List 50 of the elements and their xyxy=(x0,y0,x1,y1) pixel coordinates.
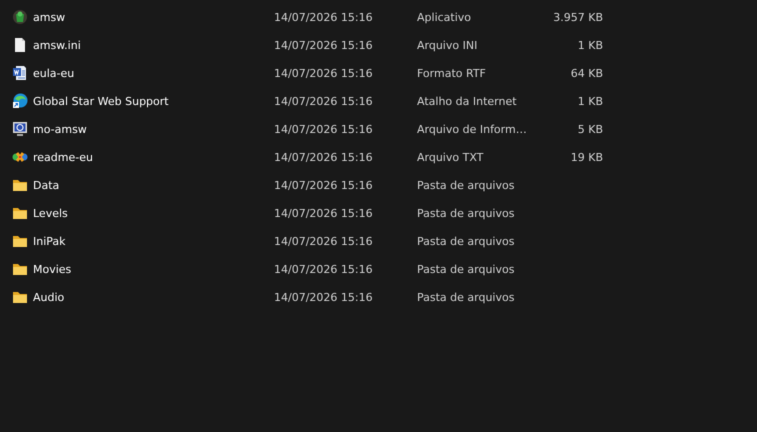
file-name[interactable]: readme-eu xyxy=(33,150,93,164)
file-name[interactable]: Data xyxy=(33,178,60,192)
modified-date: 14/07/2026 15:16 xyxy=(274,178,373,192)
file-name[interactable]: Global Star Web Support xyxy=(33,94,169,108)
folder-icon xyxy=(12,233,28,249)
file-size: 3.957 KB xyxy=(553,10,603,24)
file-type: Arquivo TXT xyxy=(417,150,484,164)
file-name[interactable]: IniPak xyxy=(33,234,66,248)
modified-date: 14/07/2026 15:16 xyxy=(274,262,373,276)
file-type: Pasta de arquivos xyxy=(417,262,514,276)
word-document-icon xyxy=(12,65,28,81)
modified-date: 14/07/2026 15:16 xyxy=(274,66,373,80)
file-name[interactable]: Audio xyxy=(33,290,64,304)
folder-icon xyxy=(12,205,28,221)
modified-date: 14/07/2026 15:16 xyxy=(274,38,373,52)
browser-shortcut-icon xyxy=(12,93,28,109)
modified-date: 14/07/2026 15:16 xyxy=(274,290,373,304)
file-size: 64 KB xyxy=(570,66,603,80)
file-size: 5 KB xyxy=(578,122,603,136)
modified-date: 14/07/2026 15:16 xyxy=(274,234,373,248)
file-name[interactable]: mo-amsw xyxy=(33,122,87,136)
file-size: 19 KB xyxy=(570,150,603,164)
file-name[interactable]: amsw.ini xyxy=(33,38,81,52)
file-name[interactable]: Movies xyxy=(33,262,72,276)
file-type: Pasta de arquivos xyxy=(417,178,514,192)
monitor-info-icon xyxy=(12,121,28,137)
modified-date: 14/07/2026 15:16 xyxy=(274,206,373,220)
modified-date: 14/07/2026 15:16 xyxy=(274,122,373,136)
document-icon xyxy=(12,37,28,53)
file-type: Pasta de arquivos xyxy=(417,206,514,220)
file-name[interactable]: amsw xyxy=(33,10,66,24)
file-type: Formato RTF xyxy=(417,66,486,80)
file-type: Aplicativo xyxy=(417,10,472,24)
folder-icon xyxy=(12,289,28,305)
file-type: Atalho da Internet xyxy=(417,94,517,108)
folder-icon xyxy=(12,177,28,193)
colorful-text-icon xyxy=(12,149,28,165)
file-name[interactable]: eula-eu xyxy=(33,66,74,80)
file-size: 1 KB xyxy=(578,94,603,108)
modified-date: 14/07/2026 15:16 xyxy=(274,150,373,164)
file-type: Pasta de arquivos xyxy=(417,234,514,248)
file-type: Pasta de arquivos xyxy=(417,290,514,304)
folder-icon xyxy=(12,261,28,277)
file-size: 1 KB xyxy=(578,38,603,52)
modified-date: 14/07/2026 15:16 xyxy=(274,94,373,108)
modified-date: 14/07/2026 15:16 xyxy=(274,10,373,24)
file-type: Arquivo INI xyxy=(417,38,478,52)
file-name[interactable]: Levels xyxy=(33,206,68,220)
file-type: Arquivo de Inform… xyxy=(417,122,527,136)
application-icon xyxy=(12,9,28,25)
